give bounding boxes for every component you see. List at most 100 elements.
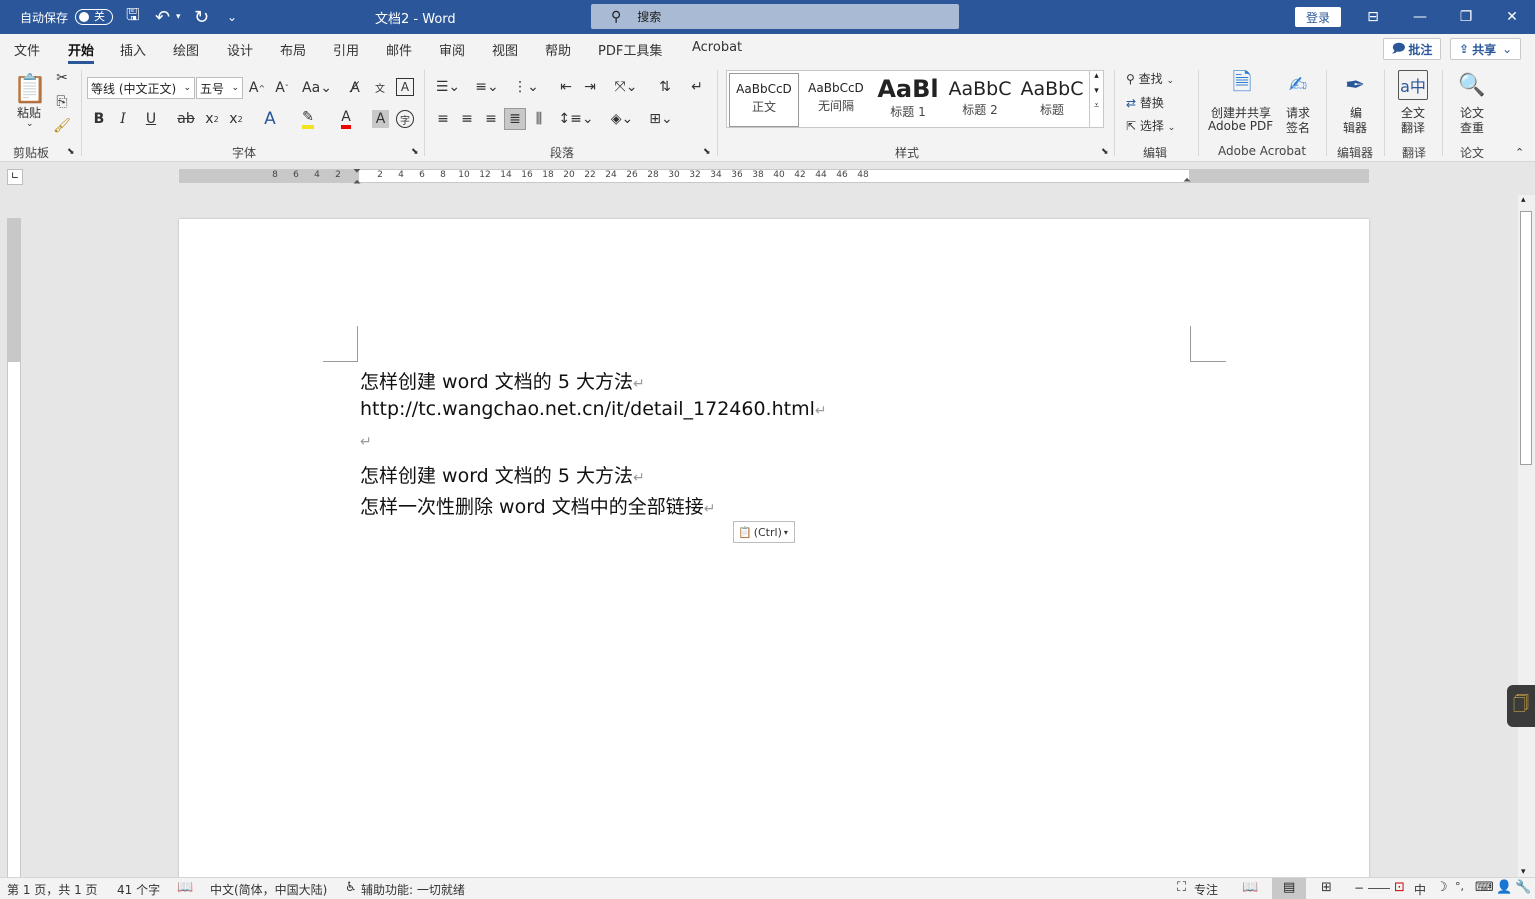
shading-icon[interactable]: ◈⌄ [606,110,638,128]
style-heading-1[interactable]: AaBl 标题 1 [873,73,943,127]
vertical-scrollbar[interactable]: ▴ ▾ [1518,195,1535,877]
clear-formatting-icon[interactable]: A̸ [346,79,364,97]
scrollbar-thumb[interactable] [1520,211,1532,465]
word-count[interactable]: 41 个字 [117,881,160,898]
keyboard-icon[interactable]: ⌨ [1475,880,1494,895]
side-widget-icon[interactable]: 🗍 [1507,685,1535,727]
page-count[interactable]: 第 1 页，共 1 页 [7,881,98,898]
tab-help[interactable]: 帮助 [545,40,571,59]
web-layout-icon[interactable]: ⊞ [1321,880,1332,895]
tab-layout[interactable]: 布局 [280,40,306,59]
line-spacing-icon[interactable]: ↕≡⌄ [558,110,593,128]
cut-icon[interactable]: ✂ [54,70,70,86]
character-border-icon[interactable]: A [396,78,414,96]
tab-view[interactable]: 视图 [492,40,518,59]
tab-pdf-tools[interactable]: PDF工具集 [598,40,662,59]
increase-indent-icon[interactable]: ⇥ [580,78,600,96]
tab-references[interactable]: 引用 [333,40,359,59]
collapse-ribbon-icon[interactable]: ⌃ [1515,146,1524,159]
editor-icon[interactable]: ✒ [1340,70,1370,100]
superscript-icon[interactable]: x2 [227,110,245,128]
style-normal[interactable]: AaBbCcD 正文 [729,73,799,127]
select-button[interactable]: ⇱ 选择 ⌄ [1126,117,1175,134]
request-signature-label-2[interactable]: 签名 [1286,119,1310,136]
tab-review[interactable]: 审阅 [439,40,465,59]
grow-font-icon[interactable]: A ^ [248,79,266,97]
font-size-select[interactable]: 五号 ⌄ [196,77,243,99]
chevron-down-icon[interactable]: ▾ [1090,86,1103,96]
highlight-icon[interactable]: ✎ [294,109,322,129]
customize-toolbar-icon[interactable]: ⌄ [227,0,237,34]
first-line-indent-marker[interactable]: ⏷ [353,166,361,177]
styles-scroll[interactable]: ▴ ▾ ⩡ [1089,71,1103,127]
find-button[interactable]: ⚲ 查找 ⌄ [1126,70,1174,87]
ime-mode[interactable]: 中 [1414,881,1426,898]
strikethrough-icon[interactable]: ab [176,110,196,128]
accessibility-status[interactable]: 辅助功能: 一切就绪 [361,881,465,898]
font-color-icon[interactable]: A [332,109,360,129]
hanging-indent-marker[interactable]: ⏶ [353,177,361,188]
request-signature-icon[interactable]: ✍ [1283,70,1313,100]
align-center-icon[interactable]: ≡ [457,110,477,128]
vertical-ruler[interactable] [7,218,21,878]
restore-icon[interactable]: ❐ [1443,0,1489,34]
read-mode-icon[interactable]: 📖 [1242,880,1258,895]
search-box[interactable]: ⚲ 搜索 [591,4,959,29]
horizontal-ruler[interactable]: 8 6 4 2 2 4 6 8 10 12 14 16 18 20 22 24 26 28 30 32 34 36 38 40… [179,166,1369,188]
paste-dropdown-icon[interactable]: ⌄ [26,119,34,129]
bullets-icon[interactable]: ☰⌄ [433,78,463,96]
undo-icon[interactable]: ↶ [155,0,170,34]
numbering-icon[interactable]: ≡⌄ [472,78,502,96]
redo-icon[interactable]: ↻ [194,0,209,34]
undo-dropdown-icon[interactable]: ▾ [176,0,181,34]
zoom-slider[interactable] [1368,888,1390,889]
paste-options-button[interactable]: 📋 (Ctrl) ▾ [733,521,795,543]
document-paragraph[interactable]: http://tc.wangchao.net.cn/it/detail_1724… [360,398,827,420]
copy-icon[interactable]: ⎘ [54,94,70,110]
underline-icon[interactable]: U [138,110,164,128]
tab-file[interactable]: 文件 [14,40,40,59]
autosave-toggle[interactable]: 关 [75,0,113,34]
zoom-out-icon[interactable]: − [1354,881,1364,895]
save-icon[interactable]: 🖫 [126,0,140,34]
style-heading-2[interactable]: AaBbC 标题 2 [945,73,1015,127]
italic-icon[interactable]: I [114,110,132,128]
paper-check-label-2[interactable]: 查重 [1460,119,1484,136]
document-page[interactable] [179,219,1369,879]
align-left-icon[interactable]: ≡ [433,110,453,128]
document-paragraph[interactable]: 怎样创建 word 文档的 5 大方法↵ [360,461,645,488]
replace-button[interactable]: ⇄ 替换 [1126,94,1164,111]
styles-launcher-icon[interactable]: ⬊ [1101,147,1109,157]
chevron-up-icon[interactable]: ▴ [1090,71,1103,81]
translate-icon[interactable]: a中 [1398,70,1428,100]
login-button[interactable]: 登录 [1295,7,1341,27]
tab-mailings[interactable]: 邮件 [386,40,412,59]
paste-icon[interactable]: 📋 [13,70,48,106]
paragraph-launcher-icon[interactable]: ⬊ [703,147,711,157]
accessibility-icon[interactable]: ♿ [345,880,357,895]
ribbon-display-options-icon[interactable]: ⊟ [1350,0,1396,34]
user-icon[interactable]: 👤 [1496,880,1512,895]
focus-icon[interactable]: ⛶ [1177,880,1186,895]
align-right-icon[interactable]: ≡ [481,110,501,128]
character-shading-icon[interactable]: A [372,110,389,128]
multilevel-list-icon[interactable]: ⋮⌄ [511,78,541,96]
plagiarism-check-icon[interactable]: 🔍 [1457,70,1487,100]
more-styles-icon[interactable]: ⩡ [1090,101,1103,111]
print-layout-button[interactable]: ▤ [1272,878,1306,899]
tab-design[interactable]: 设计 [227,40,253,59]
ime-icon[interactable]: ⊡ [1394,880,1405,895]
font-launcher-icon[interactable]: ⬊ [411,147,419,157]
wrench-icon[interactable]: 🔧 [1515,880,1531,895]
share-button[interactable]: ⇪ 共享 ⌄ [1450,38,1522,60]
create-pdf-icon[interactable]: 🗎 [1228,68,1256,100]
proofing-icon[interactable]: 📖 [177,880,193,895]
clipboard-launcher-icon[interactable]: ⬊ [67,147,75,157]
tab-home[interactable]: 开始 [68,40,95,64]
translate-label-2[interactable]: 翻译 [1401,119,1425,136]
enclose-characters-icon[interactable]: 字 [396,110,414,128]
comments-button[interactable]: 🗩 批注 [1383,38,1442,60]
tab-acrobat[interactable]: Acrobat [692,40,742,55]
format-painter-icon[interactable]: 🖌 [53,118,71,134]
close-icon[interactable]: ✕ [1489,0,1535,34]
